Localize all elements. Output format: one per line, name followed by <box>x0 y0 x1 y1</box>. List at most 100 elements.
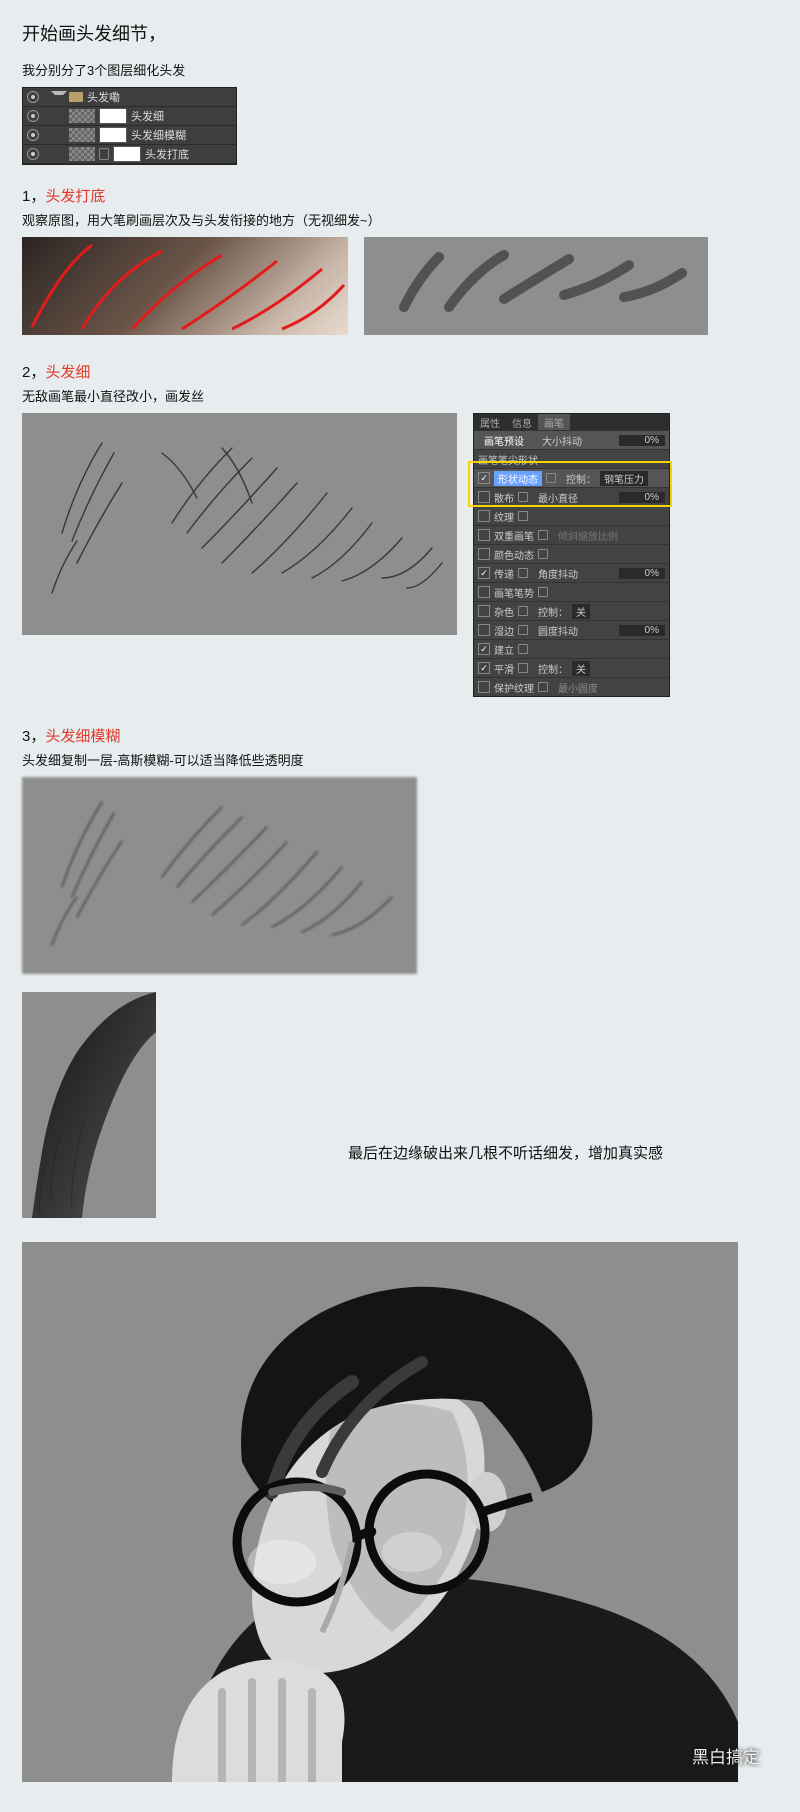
lock-icon[interactable] <box>538 587 548 597</box>
step1-ref-image <box>22 237 348 335</box>
layer-name: 头发细 <box>131 108 164 124</box>
step1-hint: 观察原图，用大笔刷画层次及与头发衔接的地方（无视细发~） <box>22 210 778 229</box>
final-note: 最后在边缘破出来几根不听话细发，增加真实感 <box>348 1142 663 1163</box>
step2-paint-image <box>22 413 457 635</box>
layer-row[interactable]: 头发细 <box>23 107 236 126</box>
checkbox-icon[interactable]: ✓ <box>478 472 490 484</box>
visibility-icon[interactable] <box>27 110 39 122</box>
lock-icon[interactable] <box>538 682 548 692</box>
brush-panel: 属性 信息 画笔 画笔预设 大小抖动 0% 画笔笔尖形状 ✓ 形状动态 控 <box>473 413 670 697</box>
watermark: 黑白搞定 <box>692 1743 760 1768</box>
step3-num: 3， <box>22 728 45 745</box>
link-icon <box>99 148 109 160</box>
tab-active[interactable]: 画笔 <box>538 414 570 430</box>
lock-icon[interactable] <box>518 644 528 654</box>
final-portrait <box>22 1242 738 1782</box>
lock-icon[interactable] <box>518 568 528 578</box>
opt[interactable]: 纹理 <box>494 509 514 524</box>
intro-subtitle: 我分别分了3个图层细化头发 <box>22 60 778 79</box>
ctrl-label: 控制： <box>538 604 568 619</box>
checkbox-icon[interactable] <box>478 510 490 522</box>
lock-icon[interactable] <box>538 530 548 540</box>
control-select[interactable]: 钢笔压力 <box>600 471 648 486</box>
opt[interactable]: 建立 <box>494 642 514 657</box>
layer-row[interactable]: 头发打底 <box>23 145 236 164</box>
layer-group[interactable]: 头发嘞 <box>23 88 236 107</box>
lock-icon[interactable] <box>518 606 528 616</box>
step1-title: 头发打底 <box>45 188 105 205</box>
visibility-icon[interactable] <box>27 91 39 103</box>
intro-title: 开始画头发细节， <box>22 0 778 46</box>
layer-row[interactable]: 头发细模糊 <box>23 126 236 145</box>
opt[interactable]: 双重画笔 <box>494 528 534 543</box>
checkbox-icon[interactable] <box>478 586 490 598</box>
lock-icon[interactable] <box>518 492 528 502</box>
step3-title: 头发细模糊 <box>45 728 120 745</box>
lock-icon[interactable] <box>546 473 556 483</box>
tilt-note: 倾斜缩放比例 <box>558 528 618 543</box>
checkbox-icon[interactable] <box>478 624 490 636</box>
edge-hair-image <box>22 992 156 1218</box>
step2-num: 2， <box>22 364 45 381</box>
visibility-icon[interactable] <box>27 129 39 141</box>
min-dia-val[interactable]: 0% <box>619 492 665 503</box>
mask-icon <box>99 108 127 124</box>
brush-tabs[interactable]: 属性 信息 画笔 <box>474 414 669 430</box>
checkbox-icon[interactable]: ✓ <box>478 567 490 579</box>
mask-icon <box>99 127 127 143</box>
thumb-icon <box>69 147 95 161</box>
tab[interactable]: 信息 <box>506 414 538 430</box>
checkbox-icon[interactable] <box>478 548 490 560</box>
brush-preset[interactable]: 画笔预设 <box>478 432 530 449</box>
checkbox-icon[interactable] <box>478 605 490 617</box>
min-dia-label: 最小直径 <box>538 490 578 505</box>
step3-blur-image <box>22 777 417 974</box>
opt[interactable]: 平滑 <box>494 661 514 676</box>
checkbox-icon[interactable]: ✓ <box>478 643 490 655</box>
opt[interactable]: 颜色动态 <box>494 547 534 562</box>
fold-icon[interactable] <box>51 91 67 103</box>
final-image-wrap: 黑白搞定 <box>22 1242 778 1782</box>
checkbox-icon[interactable] <box>478 681 490 693</box>
brush-tip-label: 画笔笔尖形状 <box>478 452 538 467</box>
ctrl-label2: 控制： <box>538 661 568 676</box>
checkbox-icon[interactable]: ✓ <box>478 662 490 674</box>
opt[interactable]: 湿边 <box>494 623 514 638</box>
size-jitter-val[interactable]: 0% <box>619 435 665 446</box>
step1-num: 1， <box>22 188 45 205</box>
checkbox-icon[interactable] <box>478 491 490 503</box>
ctrl-select2[interactable]: 关 <box>572 661 590 676</box>
shape-dynamics[interactable]: 形状动态 <box>494 471 542 486</box>
lock-icon[interactable] <box>518 511 528 521</box>
tab[interactable]: 属性 <box>474 414 506 430</box>
angle-label: 角度抖动 <box>538 566 578 581</box>
checkbox-icon[interactable] <box>478 529 490 541</box>
step2-hint: 无敌画笔最小直径改小，画发丝 <box>22 386 778 405</box>
ctrl-select[interactable]: 关 <box>572 604 590 619</box>
angle-val[interactable]: 0% <box>619 568 665 579</box>
layer-name: 头发细模糊 <box>131 127 186 143</box>
lock-icon[interactable] <box>518 625 528 635</box>
control-label: 控制： <box>566 471 596 486</box>
size-jitter-label: 大小抖动 <box>542 433 582 448</box>
opt[interactable]: 传递 <box>494 566 514 581</box>
lock-icon[interactable] <box>538 549 548 559</box>
step3-hint: 头发细复制一层-高斯模糊-可以适当降低些透明度 <box>22 750 778 769</box>
round-val[interactable]: 0% <box>619 625 665 636</box>
layer-group-name: 头发嘞 <box>87 89 120 105</box>
opt[interactable]: 散布 <box>494 490 514 505</box>
lock-icon[interactable] <box>518 663 528 673</box>
brush-panel-wrap: 属性 信息 画笔 画笔预设 大小抖动 0% 画笔笔尖形状 ✓ 形状动态 控 <box>473 413 670 697</box>
step1-paint-image <box>364 237 708 335</box>
thumb-icon <box>69 128 95 142</box>
thumb-icon <box>69 109 95 123</box>
opt[interactable]: 杂色 <box>494 604 514 619</box>
opt[interactable]: 保护纹理 <box>494 680 534 695</box>
layers-panel: 头发嘞 头发细 头发细模糊 头发打 <box>22 87 237 165</box>
round-label: 圆度抖动 <box>538 623 578 638</box>
mindeg-label: 最小圆度 <box>558 680 598 695</box>
opt[interactable]: 画笔笔势 <box>494 585 534 600</box>
layer-name: 头发打底 <box>145 146 189 162</box>
visibility-icon[interactable] <box>27 148 39 160</box>
folder-icon <box>69 92 83 102</box>
